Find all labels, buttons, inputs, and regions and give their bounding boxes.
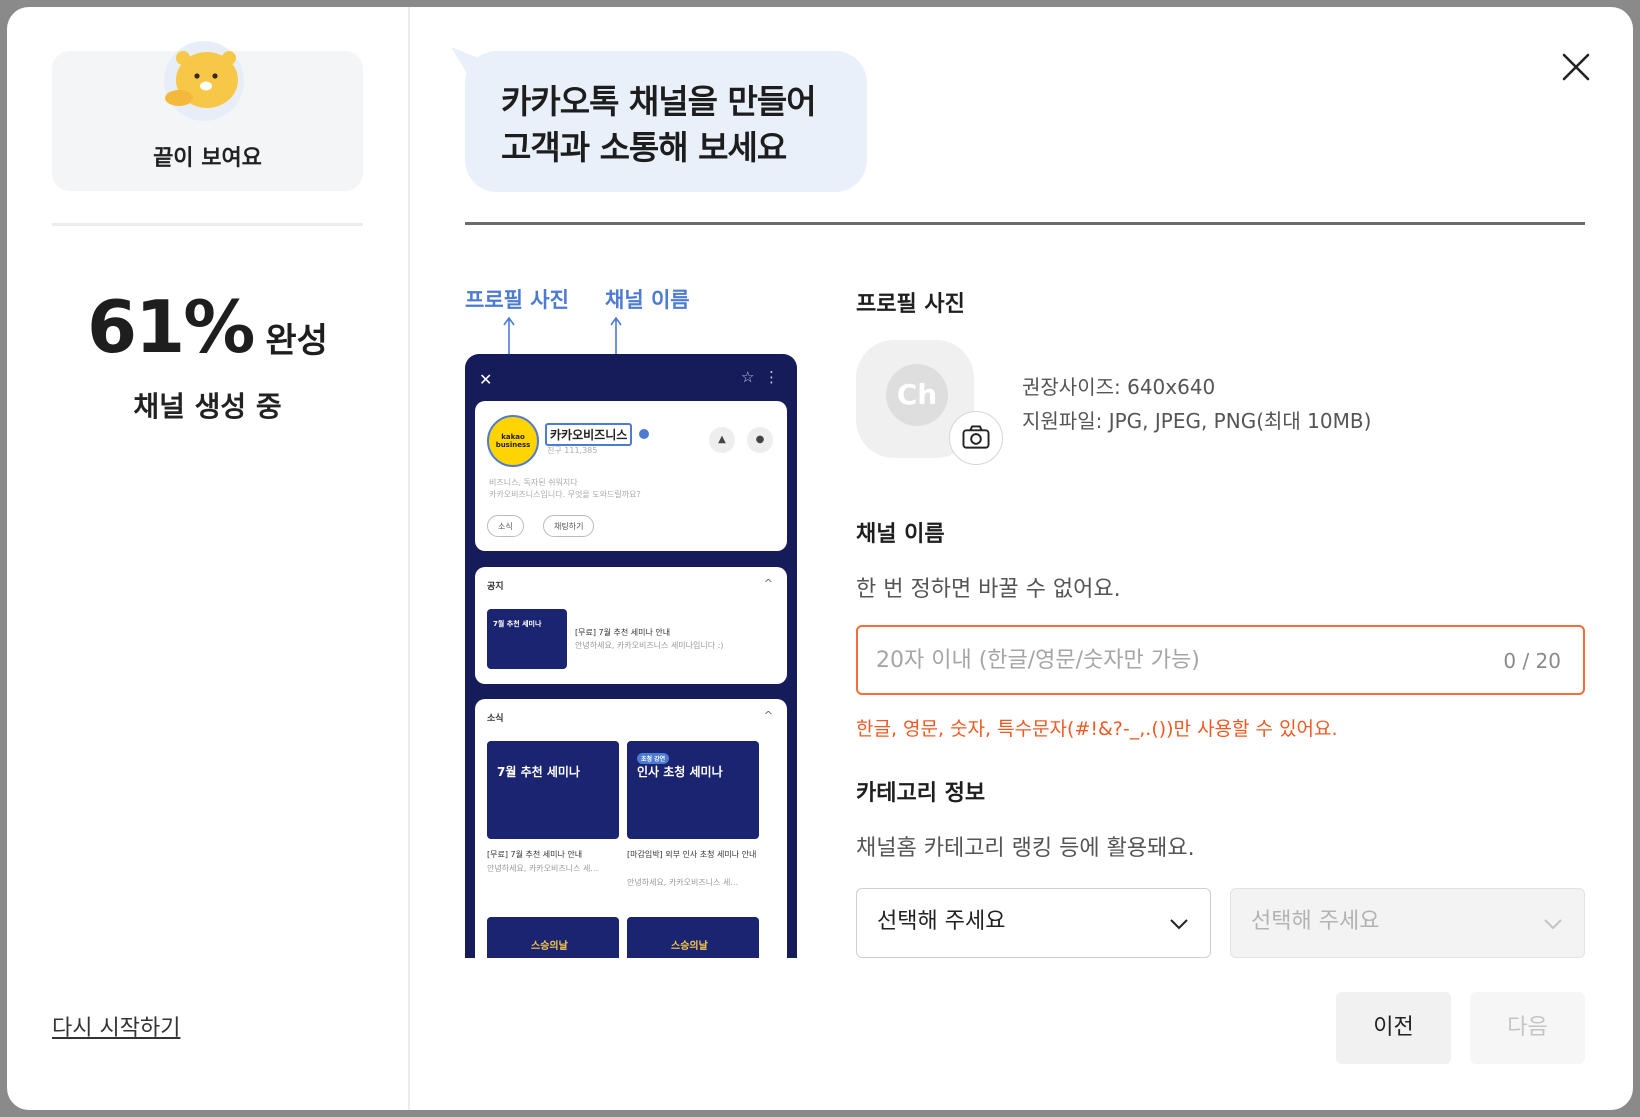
profile-photo-label: 프로필 사진 xyxy=(856,292,965,317)
channel-name-label: 채널 이름 xyxy=(856,522,945,547)
preview-news-sub-1: 안녕하세요, 카카오비즈니스 세… xyxy=(487,864,599,873)
category-label: 카테고리 정보 xyxy=(856,781,986,806)
progress-sidebar: 끝이 보여요 61% 완성 채널 생성 중 다시 시작하기 xyxy=(7,7,410,1110)
preview-avatar: kakao business xyxy=(487,415,539,467)
intro-line-2: 고객과 소통해 보세요 xyxy=(501,128,787,167)
preview-chat-icon: ● xyxy=(747,427,773,453)
preview-intro-1: 비즈니스, 독자된 쉬워지다 xyxy=(489,478,578,487)
preview-notice-sub: 안녕하세요, 카카오비즈니스 세미나입니다 :) xyxy=(575,641,724,650)
intro-line-1: 카카오톡 채널을 만들어 xyxy=(501,82,817,121)
channel-name-error: 한글, 영문, 숫자, 특수문자(#!&?-_,.())만 사용할 수 있어요. xyxy=(856,718,1338,740)
preview-label-profile: 프로필 사진 xyxy=(465,288,569,312)
category-select-primary-value: 선택해 주세요 xyxy=(877,909,1006,934)
progress-suffix: 완성 xyxy=(265,321,328,361)
preview-news-title: 소식 xyxy=(487,714,504,724)
preview-label-name: 채널 이름 xyxy=(605,288,690,312)
prev-button[interactable]: 이전 xyxy=(1336,992,1451,1064)
preview-news-caption-1: [무료] 7월 추천 세미나 안내 xyxy=(487,850,583,859)
preview-news-pill: 소식 xyxy=(487,515,524,537)
preview-profile-card: kakao business 카카오비즈니스 친구 111,385 ▲ ● 비즈… xyxy=(475,401,787,551)
mascot-caption: 끝이 보여요 xyxy=(153,146,262,171)
channel-name-input[interactable] xyxy=(876,627,1476,693)
preview-menu-icons: ☆ ⋮ xyxy=(741,368,779,386)
progress-indicator: 61% 완성 xyxy=(7,285,408,369)
progress-percent: 61% xyxy=(87,285,255,369)
preview-news-thumb-1: 7월 추천 세미나 xyxy=(487,741,619,839)
preview-news-thumb-4: 스승의날 xyxy=(627,917,759,958)
chevron-down-icon xyxy=(1170,919,1188,930)
preview-notice-card: 공지 ^ 7월 추천 세미나 [무료] 7월 추천 세미나 안내 안녕하세요, … xyxy=(475,567,787,684)
profile-spec-size: 권장사이즈: 640x640 xyxy=(1022,375,1216,399)
channel-logo-icon: Ch xyxy=(886,364,948,426)
chevron-up-icon: ^ xyxy=(763,709,773,722)
intro-bubble: 카카오톡 채널을 만들어 고객과 소통해 보세요 xyxy=(465,51,867,192)
channel-name-desc: 한 번 정하면 바꿀 수 없어요. xyxy=(856,577,1121,602)
preview-friends: 친구 111,385 xyxy=(547,446,598,455)
close-icon[interactable] xyxy=(1556,47,1596,87)
camera-icon[interactable] xyxy=(949,411,1003,465)
preview-home-icon: ▲ xyxy=(709,427,735,453)
preview-notice-caption: [무료] 7월 추천 세미나 안내 xyxy=(575,628,671,637)
verified-badge-icon xyxy=(639,429,649,439)
char-counter: 0 / 20 xyxy=(1503,649,1561,673)
preview-news-thumb-2: 초청 강연 인사 초청 세미나 xyxy=(627,741,759,839)
channel-create-dialog: 끝이 보여요 61% 완성 채널 생성 중 다시 시작하기 카카오톡 채널을 만들… xyxy=(7,7,1633,1110)
preview-news-caption-2: [마감임박] 외부 인사 초청 세미나 안내 xyxy=(627,850,757,859)
preview-close-icon: ✕ xyxy=(479,370,493,389)
preview-intro-2: 카카오비즈니스입니다. 무엇을 도와드릴까요? xyxy=(489,490,641,499)
category-select-secondary[interactable]: 선택해 주세요 xyxy=(1230,888,1585,958)
category-desc: 채널홈 카테고리 랭킹 등에 활용돼요. xyxy=(856,836,1195,861)
progress-status: 채널 생성 중 xyxy=(133,390,282,423)
preview-channel-name: 카카오비즈니스 xyxy=(545,423,633,446)
chevron-up-icon: ^ xyxy=(763,577,773,590)
sidebar-divider xyxy=(52,223,363,226)
category-select-secondary-value: 선택해 주세요 xyxy=(1251,909,1380,934)
next-button[interactable]: 다음 xyxy=(1470,992,1585,1064)
preview-notice-thumb: 7월 추천 세미나 xyxy=(487,609,567,669)
profile-spec-file: 지원파일: JPG, JPEG, PNG(최대 10MB) xyxy=(1022,409,1372,433)
preview-notice-title: 공지 xyxy=(487,582,504,592)
chevron-down-icon xyxy=(1544,919,1562,930)
mascot-card: 끝이 보여요 xyxy=(52,41,363,191)
channel-home-preview: ✕ ☆ ⋮ kakao business 카카오비즈니스 친구 111,385 … xyxy=(465,354,797,958)
header-divider xyxy=(465,222,1585,225)
preview-news-card: 소식 ^ 7월 추천 세미나 초청 강연 인사 초청 세미나 [무료] 7월 추… xyxy=(475,699,787,958)
preview-news-thumb-3: 스승의날 xyxy=(487,917,619,958)
channel-name-field: 0 / 20 xyxy=(856,625,1585,695)
ryan-mascot-icon xyxy=(164,41,244,121)
preview-news-sub-2: 안녕하세요, 카카오비즈니스 세… xyxy=(627,878,739,887)
restart-link[interactable]: 다시 시작하기 xyxy=(52,1010,180,1042)
category-select-primary[interactable]: 선택해 주세요 xyxy=(856,888,1211,958)
preview-chat-pill: 채팅하기 xyxy=(543,515,595,537)
